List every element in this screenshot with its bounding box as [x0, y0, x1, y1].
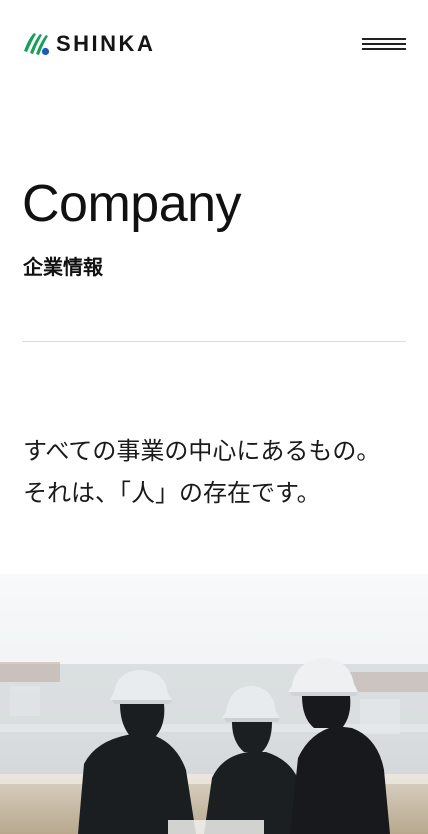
brand-logo-link[interactable]: SHINKA: [22, 31, 155, 57]
page-subtitle: 企業情報: [23, 255, 103, 279]
lead-line-1: すべての事業の中心にあるもの。: [23, 437, 381, 465]
section-divider: [22, 341, 406, 342]
site-header: SHINKA: [0, 0, 428, 90]
lead-line-2: それは、「人」の存在です。: [23, 479, 321, 507]
shinka-brushstroke-logo-icon: [24, 33, 50, 56]
hamburger-menu-button[interactable]: [360, 35, 408, 53]
hero-photo-workers-in-hard-hats: [0, 574, 428, 834]
lead-text: すべての事業の中心にあるもの。 それは、「人」の存在です。: [23, 430, 380, 514]
brand-name: SHINKA: [56, 31, 156, 56]
page-title: Company: [22, 175, 242, 233]
